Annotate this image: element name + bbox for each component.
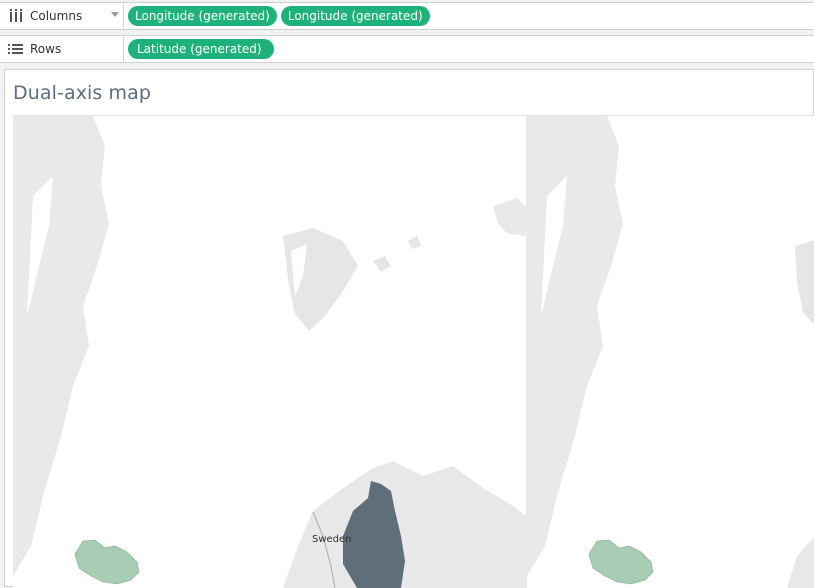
island-3 [493, 198, 526, 236]
island-1 [373, 256, 391, 272]
map-area[interactable]: Sweden [13, 115, 814, 588]
map-right-svg [527, 116, 814, 588]
column-pill-longitude[interactable]: Longitude (generated) [128, 6, 277, 26]
columns-shelf-label: Columns [30, 9, 83, 23]
map-pane-left[interactable]: Sweden [13, 116, 527, 588]
columns-shelf-header: Columns [0, 3, 124, 29]
viz-pane: Dual-axis map Sweden [4, 69, 814, 588]
iceland [74, 539, 140, 585]
map-pane-right[interactable] [527, 116, 814, 588]
rows-shelf-label: Rows [30, 42, 62, 56]
svalbard-edge [795, 240, 814, 325]
rows-shelf[interactable]: Rows Latitude (generated) [0, 35, 814, 63]
rows-pills: Latitude (generated) [128, 39, 274, 59]
scandinavia [283, 461, 526, 588]
viz-title: Dual-axis map [13, 82, 152, 104]
greenland-landmass-2 [527, 116, 623, 576]
chevron-down-icon[interactable] [111, 12, 119, 17]
island-2 [408, 236, 421, 249]
iceland-2 [588, 539, 654, 585]
map-left-svg: Sweden [13, 116, 526, 588]
scandinavia-edge [787, 537, 814, 588]
columns-shelf[interactable]: Columns Longitude (generated) Longitude … [0, 2, 814, 30]
country-label-sweden: Sweden [312, 534, 352, 545]
rows-shelf-header: Rows [0, 36, 124, 62]
row-pill-latitude[interactable]: Latitude (generated) [128, 39, 274, 59]
column-pill-longitude-2[interactable]: Longitude (generated) [280, 6, 430, 26]
columns-pills: Longitude (generated) Longitude (generat… [128, 6, 430, 26]
greenland-landmass [13, 116, 109, 576]
columns-icon [10, 9, 22, 22]
rows-icon [8, 44, 23, 54]
